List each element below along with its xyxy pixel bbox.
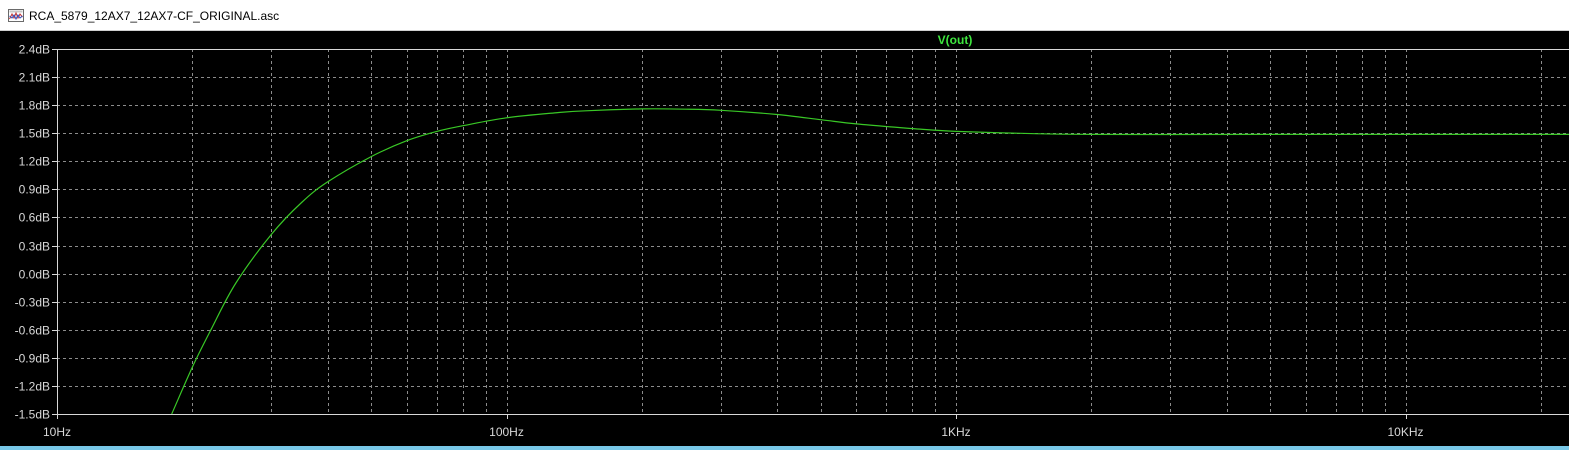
plot-axes bbox=[52, 49, 1569, 419]
x-tick-label: 1KHz bbox=[941, 425, 970, 439]
y-tick-label: 0.0dB bbox=[19, 268, 50, 282]
x-tick-label: 100Hz bbox=[489, 425, 524, 439]
plot-grid bbox=[57, 49, 1569, 414]
x-axis-tick-labels: 10Hz 100Hz 1KHz 10KHz bbox=[43, 425, 1424, 439]
y-tick-label: -0.9dB bbox=[15, 352, 50, 366]
window-title: RCA_5879_12AX7_12AX7-CF_ORIGINAL.asc bbox=[29, 9, 280, 23]
y-tick-label: -1.5dB bbox=[15, 408, 50, 422]
x-tick-label: 10Hz bbox=[43, 425, 71, 439]
y-tick-label: -0.3dB bbox=[15, 296, 50, 310]
window-bottom-edge bbox=[0, 446, 1569, 450]
y-tick-label: 0.6dB bbox=[19, 211, 50, 225]
trace-layer bbox=[171, 108, 1569, 415]
y-tick-label: -1.2dB bbox=[15, 380, 50, 394]
y-tick-label: -0.6dB bbox=[15, 324, 50, 338]
y-tick-label: 1.5dB bbox=[19, 127, 50, 141]
x-tick-label: 10KHz bbox=[1387, 425, 1423, 439]
trace-vout bbox=[171, 108, 1569, 415]
y-tick-label: 1.2dB bbox=[19, 155, 50, 169]
trace-label-vout[interactable]: V(out) bbox=[938, 33, 973, 47]
y-axis-tick-labels: 2.4dB 2.1dB 1.8dB 1.5dB 1.2dB 0.9dB 0.6dB 0.3dB… bbox=[15, 43, 50, 422]
y-tick-label: 2.4dB bbox=[19, 43, 50, 57]
y-tick-label: 0.9dB bbox=[19, 183, 50, 197]
y-tick-label: 0.3dB bbox=[19, 240, 50, 254]
frequency-response-chart[interactable]: 2.4dB 2.1dB 1.8dB 1.5dB 1.2dB 0.9dB 0.6dB 0.3dB… bbox=[0, 31, 1569, 446]
window-title-bar: RCA_5879_12AX7_12AX7-CF_ORIGINAL.asc bbox=[0, 0, 1569, 31]
y-tick-label: 2.1dB bbox=[19, 71, 50, 85]
y-tick-label: 1.8dB bbox=[19, 99, 50, 113]
waveform-viewer-icon bbox=[8, 9, 24, 22]
